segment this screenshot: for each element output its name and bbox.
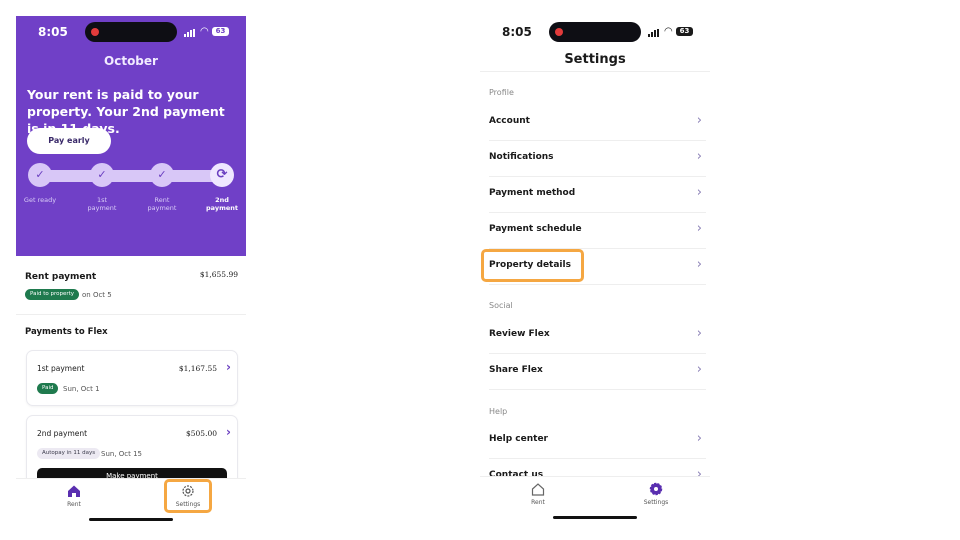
home-indicator bbox=[553, 516, 637, 519]
settings-item-help-center[interactable]: Help center › bbox=[489, 422, 706, 459]
tab-rent[interactable]: Rent bbox=[508, 481, 568, 506]
step-1st-payment-check-icon: ✓ bbox=[90, 163, 114, 187]
settings-item-label: Review Flex bbox=[489, 329, 550, 339]
wifi-icon: ◠ bbox=[200, 26, 209, 37]
wifi-icon: ◠ bbox=[664, 26, 673, 37]
settings-item-review-flex[interactable]: Review Flex › bbox=[489, 317, 706, 354]
rent-payment-title: Rent payment bbox=[25, 272, 97, 282]
payment-amount: $505.00 bbox=[185, 429, 217, 438]
progress-track bbox=[40, 170, 222, 182]
chevron-right-icon[interactable]: › bbox=[226, 360, 231, 374]
settings-item-label: Account bbox=[489, 116, 530, 126]
section-header-social: Social bbox=[489, 301, 513, 310]
chevron-right-icon: › bbox=[696, 326, 702, 341]
tab-rent-label: Rent bbox=[531, 499, 545, 506]
property-details-highlight bbox=[481, 249, 584, 282]
status-time: 8:05 bbox=[38, 25, 68, 39]
step-get-ready-check-icon: ✓ bbox=[28, 163, 52, 187]
divider bbox=[480, 71, 710, 72]
dynamic-island bbox=[549, 22, 641, 42]
step-label-get-ready: Get ready bbox=[23, 196, 57, 204]
signal-icon bbox=[184, 29, 196, 37]
payment-date: Sun, Oct 1 bbox=[63, 385, 100, 393]
recording-dot-icon bbox=[555, 28, 563, 36]
chevron-right-icon: › bbox=[696, 149, 702, 164]
month-title: October bbox=[104, 54, 158, 68]
step-rent-payment-check-icon: ✓ bbox=[150, 163, 174, 187]
payment-amount: $1,167.55 bbox=[178, 364, 217, 373]
chevron-right-icon: › bbox=[696, 257, 702, 272]
status-icons: ◠ 63 bbox=[184, 26, 232, 38]
step-label-1st-payment: 1st payment bbox=[87, 196, 117, 212]
status-icons: ◠ 63 bbox=[648, 26, 696, 38]
home-icon bbox=[531, 483, 545, 496]
status-bar: 8:05 ◠ 63 bbox=[480, 16, 710, 48]
signal-icon bbox=[648, 29, 660, 37]
step-label-2nd-payment: 2nd payment bbox=[206, 196, 238, 212]
battery-icon: 63 bbox=[212, 27, 229, 36]
chevron-right-icon: › bbox=[696, 113, 702, 128]
tab-rent-label: Rent bbox=[67, 501, 81, 508]
section-header-profile: Profile bbox=[489, 88, 514, 97]
home-indicator bbox=[89, 518, 173, 521]
rent-payment-amount: $1,655.99 bbox=[199, 270, 238, 279]
step-2nd-payment-refresh-icon: ⟳ bbox=[210, 163, 234, 187]
tab-settings[interactable]: Settings bbox=[626, 481, 686, 506]
settings-item-payment-schedule[interactable]: Payment schedule › bbox=[489, 212, 706, 249]
chevron-right-icon: › bbox=[696, 221, 702, 236]
settings-item-label: Share Flex bbox=[489, 365, 543, 375]
payment-date: Sun, Oct 15 bbox=[101, 450, 143, 458]
home-icon bbox=[68, 485, 80, 497]
recording-dot-icon bbox=[91, 28, 99, 36]
settings-item-label: Payment method bbox=[489, 188, 576, 198]
status-bar: 8:05 ◠ 63 bbox=[16, 16, 246, 48]
gear-icon bbox=[649, 482, 663, 496]
rent-payment-date: on Oct 5 bbox=[82, 291, 112, 299]
first-payment-card[interactable]: 1st payment $1,167.55 › Paid Sun, Oct 1 bbox=[26, 350, 238, 406]
settings-tab-highlight bbox=[164, 479, 212, 513]
payment-name: 2nd payment bbox=[37, 429, 88, 438]
chevron-right-icon: › bbox=[696, 431, 702, 446]
status-time: 8:05 bbox=[502, 25, 532, 39]
tab-settings-label: Settings bbox=[643, 499, 669, 506]
payments-to-flex-title: Payments to Flex bbox=[25, 327, 108, 337]
section-header-help: Help bbox=[489, 407, 508, 416]
settings-item-share-flex[interactable]: Share Flex › bbox=[489, 353, 706, 390]
settings-item-notifications[interactable]: Notifications › bbox=[489, 140, 706, 177]
settings-item-account[interactable]: Account › bbox=[489, 104, 706, 141]
settings-screen: 8:05 ◠ 63 Settings Profile Account › Not… bbox=[480, 16, 710, 526]
paid-badge: Paid bbox=[37, 383, 59, 394]
rent-screen: October Your rent is paid to your proper… bbox=[16, 16, 246, 526]
page-title: Settings bbox=[564, 52, 626, 67]
chevron-right-icon[interactable]: › bbox=[226, 425, 231, 439]
autopay-badge: Autopay in 11 days bbox=[37, 448, 101, 459]
step-label-rent-payment: Rent payment bbox=[147, 196, 177, 212]
settings-item-label: Help center bbox=[489, 434, 548, 444]
payment-name: 1st payment bbox=[37, 364, 85, 373]
battery-icon: 63 bbox=[676, 27, 693, 36]
paid-to-property-badge: Paid to property bbox=[25, 289, 80, 300]
second-payment-card[interactable]: 2nd payment $505.00 › Autopay in 11 days… bbox=[26, 415, 238, 485]
rent-status-hero: October Your rent is paid to your proper… bbox=[16, 16, 246, 256]
divider bbox=[16, 314, 246, 315]
chevron-right-icon: › bbox=[696, 362, 702, 377]
pay-early-button[interactable]: Pay early bbox=[27, 128, 111, 154]
tab-rent[interactable]: Rent bbox=[44, 483, 104, 508]
settings-item-payment-method[interactable]: Payment method › bbox=[489, 176, 706, 213]
dynamic-island bbox=[85, 22, 177, 42]
chevron-right-icon: › bbox=[696, 185, 702, 200]
settings-item-label: Notifications bbox=[489, 152, 554, 162]
settings-item-label: Payment schedule bbox=[489, 224, 582, 234]
